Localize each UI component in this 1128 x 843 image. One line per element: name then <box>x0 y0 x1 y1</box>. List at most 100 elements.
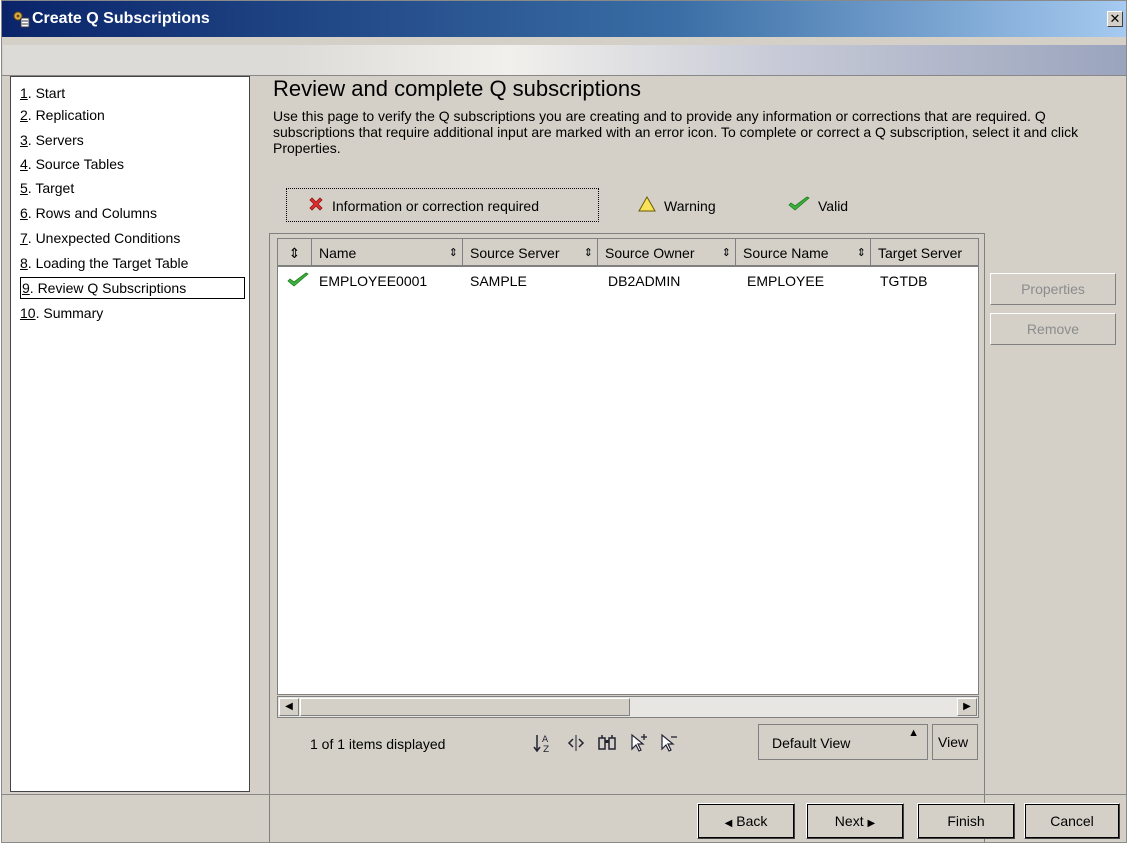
nav-step-loading-target-table[interactable]: 8. Loading the Target Table <box>20 252 246 274</box>
nav-step-rows-and-columns[interactable]: 6. Rows and Columns <box>20 202 246 224</box>
valid-status-icon <box>287 272 309 291</box>
cell-source-owner: DB2ADMIN <box>608 273 681 289</box>
finish-button[interactable]: Finish <box>917 803 1015 839</box>
step-number: 10 <box>20 305 36 321</box>
scroll-left-button[interactable]: ◀ <box>279 698 299 716</box>
close-button[interactable]: ✕ <box>1107 11 1123 27</box>
column-header-source-name[interactable]: Source Name ⇕ <box>736 239 871 267</box>
step-number: 4 <box>20 156 28 172</box>
main-content: Review and complete Q subscriptions Use … <box>252 76 1122 842</box>
column-header-target-server[interactable]: Target Server <box>871 239 978 267</box>
nav-step-summary[interactable]: 10. Summary <box>20 302 246 324</box>
cancel-button[interactable]: Cancel <box>1024 803 1120 839</box>
column-header-source-owner[interactable]: Source Owner ⇕ <box>598 239 736 267</box>
sort-icon: ⇕ <box>856 247 866 259</box>
legend-error-label: Information or correction required <box>332 197 539 214</box>
header-label: Target Server <box>878 245 963 261</box>
cancel-label: Cancel <box>1050 813 1094 829</box>
select-add-icon[interactable] <box>627 732 651 754</box>
sort-icon: ⇕ <box>721 247 731 259</box>
remove-label: Remove <box>1026 321 1080 337</box>
header-label: Source Name <box>743 245 829 261</box>
step-label: . Servers <box>27 132 84 148</box>
legend-warning: Warning <box>638 195 716 215</box>
table-status-bar: 1 of 1 items displayed AZ Default View ▲… <box>277 722 979 762</box>
arrow-right-icon: ▶ <box>963 701 971 712</box>
step-label: . Source Tables <box>27 156 125 172</box>
table-row[interactable]: EMPLOYEE0001 SAMPLE DB2ADMIN EMPLOYEE TG… <box>278 269 978 295</box>
nav-step-start[interactable]: 1. Start <box>20 82 246 104</box>
sort-icon: ⇕ <box>583 247 593 259</box>
scroll-right-button[interactable]: ▶ <box>957 698 977 716</box>
legend-error: Information or correction required <box>308 196 539 215</box>
cell-source-name: EMPLOYEE <box>747 273 825 289</box>
sort-az-icon[interactable]: AZ <box>532 732 556 755</box>
header-label: Source Owner <box>605 245 695 261</box>
step-number: 9 <box>22 280 30 296</box>
warning-icon <box>638 195 656 215</box>
back-button[interactable]: ◀ Back <box>697 803 795 839</box>
sort-icon: ⇕ <box>288 245 301 261</box>
subscriptions-table: ⇕ Name ⇕ Source Server ⇕ Source Owner ⇕ Sou… <box>277 238 979 695</box>
footer-divider <box>2 794 1126 795</box>
step-label: . Summary <box>35 305 104 321</box>
scroll-thumb[interactable] <box>300 698 630 716</box>
page-description: Use this page to verify the Q subscripti… <box>273 108 1079 156</box>
step-number: 2 <box>20 107 28 123</box>
cell-target-server: TGTDB <box>880 273 928 289</box>
subscriptions-table-panel: ⇕ Name ⇕ Source Server ⇕ Source Owner ⇕ Sou… <box>269 233 985 842</box>
app-icon <box>12 10 30 28</box>
properties-label: Properties <box>1021 281 1085 297</box>
horizontal-scrollbar[interactable]: ◀ ▶ <box>277 696 979 718</box>
title-bar: Create Q Subscriptions ✕ <box>2 1 1126 37</box>
nav-step-unexpected-conditions[interactable]: 7. Unexpected Conditions <box>20 227 246 249</box>
nav-step-source-tables[interactable]: 4. Source Tables <box>20 153 246 175</box>
select-remove-icon[interactable] <box>657 732 681 754</box>
sort-icon: ⇕ <box>448 247 458 259</box>
column-header-source-server[interactable]: Source Server ⇕ <box>463 239 598 267</box>
error-icon <box>308 196 324 215</box>
view-select[interactable]: Default View ▲ <box>758 724 928 760</box>
step-label: . Target <box>27 180 75 196</box>
svg-text:Z: Z <box>543 745 549 754</box>
header-label: Name <box>319 245 357 261</box>
step-label: . Start <box>27 85 66 101</box>
create-q-subscriptions-dialog: Create Q Subscriptions ✕ 1. Start 2. Rep… <box>1 0 1127 843</box>
step-label: . Loading the Target Table <box>27 255 189 271</box>
nav-step-replication[interactable]: 2. Replication <box>20 104 246 126</box>
step-number: 8 <box>20 255 28 271</box>
next-label: Next <box>834 813 864 829</box>
view-button[interactable]: View <box>932 724 978 760</box>
page-title: Review and complete Q subscriptions <box>273 76 642 101</box>
legend-valid: Valid <box>788 196 848 215</box>
arrow-left-icon: ◀ <box>724 818 733 829</box>
checkmark-icon <box>788 196 810 215</box>
step-number: 1 <box>20 85 28 101</box>
columns-icon[interactable] <box>564 732 588 754</box>
step-label: . Rows and Columns <box>27 205 157 221</box>
items-count-status: 1 of 1 items displayed <box>310 736 446 752</box>
view-select-value: Default View <box>772 735 851 751</box>
remove-button[interactable]: Remove <box>990 313 1116 345</box>
cell-source-server: SAMPLE <box>470 273 527 289</box>
header-label: Source Server <box>470 245 560 261</box>
step-number: 7 <box>20 230 28 246</box>
nav-step-review-q-subscriptions[interactable]: 9. Review Q Subscriptions <box>20 277 245 299</box>
back-label: Back <box>736 813 768 829</box>
next-button[interactable]: Next ▶ <box>806 803 904 839</box>
binoculars-icon[interactable] <box>595 732 619 754</box>
wizard-banner <box>3 45 1126 75</box>
wizard-steps-panel: 1. Start 2. Replication 3. Servers 4. So… <box>10 76 250 792</box>
step-label: . Unexpected Conditions <box>27 230 181 246</box>
cell-name: EMPLOYEE0001 <box>319 273 428 289</box>
properties-button[interactable]: Properties <box>990 273 1116 305</box>
window-title: Create Q Subscriptions <box>32 10 210 27</box>
nav-step-target[interactable]: 5. Target <box>20 177 246 199</box>
step-label: . Review Q Subscriptions <box>29 280 187 296</box>
column-header-status[interactable]: ⇕ <box>278 239 312 267</box>
step-number: 3 <box>20 132 28 148</box>
step-label: . Replication <box>27 107 105 123</box>
legend-warning-label: Warning <box>664 197 716 214</box>
column-header-name[interactable]: Name ⇕ <box>312 239 463 267</box>
nav-step-servers[interactable]: 3. Servers <box>20 129 246 151</box>
